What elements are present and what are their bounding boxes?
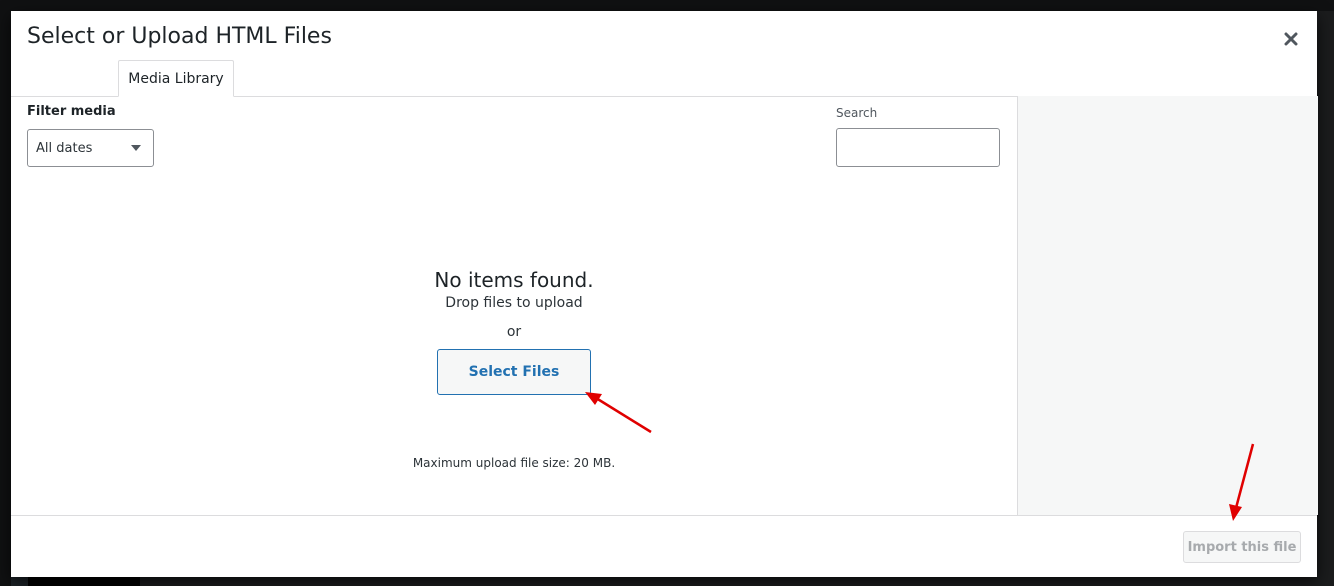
collapse-menu-backdrop bbox=[28, 576, 140, 586]
max-upload-size: Maximum upload file size: 20 MB. bbox=[412, 456, 616, 470]
select-files-button[interactable]: Select Files bbox=[437, 349, 591, 395]
admin-sidebar-backdrop bbox=[0, 11, 11, 586]
media-tabs: Media Library bbox=[11, 60, 1317, 97]
or-separator: or bbox=[506, 324, 522, 340]
drop-files-text: Drop files to upload bbox=[445, 295, 583, 311]
media-modal: Select or Upload HTML Files Media Librar… bbox=[11, 11, 1318, 577]
date-filter-select[interactable]: All dates bbox=[27, 129, 154, 167]
media-content: Filter media All dates Search No items f… bbox=[11, 96, 1017, 515]
no-items-heading: No items found. bbox=[434, 268, 594, 292]
filter-media-label: Filter media bbox=[27, 104, 116, 119]
backdrop-right bbox=[1317, 11, 1334, 586]
close-icon bbox=[1284, 32, 1298, 46]
close-button[interactable] bbox=[1273, 21, 1309, 57]
backdrop-bottom bbox=[140, 576, 1334, 586]
search-label: Search bbox=[836, 106, 878, 120]
admin-bar-backdrop bbox=[0, 0, 1334, 11]
chevron-down-icon bbox=[131, 145, 141, 151]
date-filter-value: All dates bbox=[36, 140, 93, 156]
modal-title: Select or Upload HTML Files bbox=[27, 24, 332, 49]
import-file-button[interactable]: Import this file bbox=[1183, 531, 1301, 563]
attachment-details-sidebar bbox=[1017, 96, 1318, 515]
tab-media-library[interactable]: Media Library bbox=[118, 60, 234, 97]
search-input[interactable] bbox=[836, 128, 1000, 167]
modal-footer: Import this file bbox=[11, 515, 1317, 577]
